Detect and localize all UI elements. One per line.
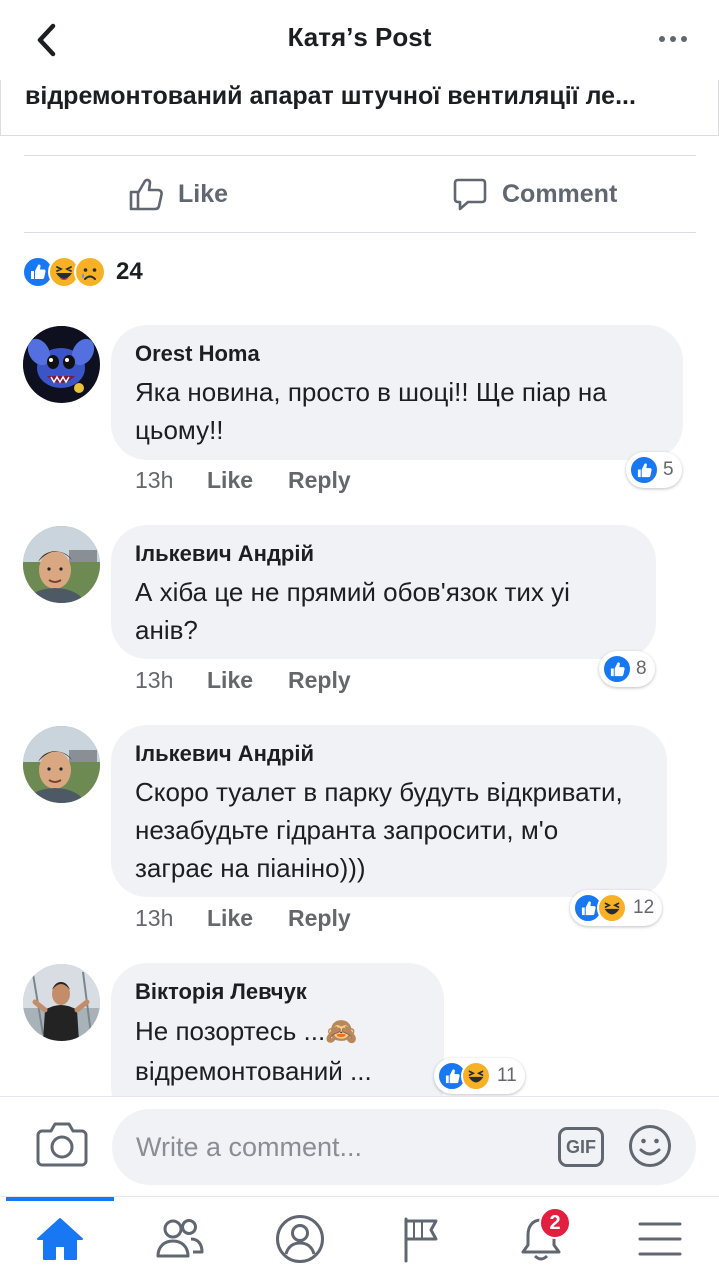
active-tab-indicator bbox=[6, 1197, 114, 1201]
camera-icon bbox=[36, 1122, 88, 1167]
post-actions: Like Comment bbox=[24, 155, 696, 233]
like-reaction-icon bbox=[629, 455, 659, 485]
comment-author[interactable]: Ількевич Андрій bbox=[135, 741, 643, 767]
comment-text: Яка новина, просто в шоці!! Ще піар на ц… bbox=[135, 377, 607, 445]
reactions-summary[interactable]: 24 bbox=[22, 254, 143, 290]
thumbs-up-icon bbox=[129, 178, 163, 211]
nav-friends[interactable] bbox=[150, 1211, 210, 1267]
friends-icon bbox=[156, 1219, 204, 1258]
more-horizontal-icon bbox=[659, 36, 665, 42]
post-preview[interactable]: відремонтований апарат штучної вентиляці… bbox=[0, 80, 719, 136]
comment-like-link[interactable]: Like bbox=[207, 467, 288, 494]
like-reaction-icon bbox=[602, 654, 632, 684]
sad-reaction-icon bbox=[74, 256, 106, 288]
comment-author[interactable]: Вікторія Левчук bbox=[135, 979, 420, 1005]
notification-badge: 2 bbox=[539, 1207, 571, 1239]
top-bar: Катя’s Post bbox=[0, 0, 719, 80]
comment-bubble[interactable]: Ількевич Андрій А хіба це не прямий обов… bbox=[111, 525, 656, 659]
comment-reactions[interactable]: 5 bbox=[626, 452, 682, 488]
comment-bubble[interactable]: Ількевич Андрій Скоро туалет в парку буд… bbox=[111, 725, 667, 897]
comment-input[interactable] bbox=[112, 1109, 696, 1185]
haha-reaction-icon bbox=[461, 1061, 491, 1091]
emoji-button[interactable] bbox=[628, 1124, 672, 1168]
reactions-count: 24 bbox=[116, 258, 143, 285]
nav-home[interactable] bbox=[30, 1211, 90, 1267]
haha-reaction-icon bbox=[597, 893, 627, 923]
comment-reaction-count: 5 bbox=[663, 459, 674, 480]
nav-notifications[interactable]: 2 bbox=[511, 1207, 571, 1267]
comment-like-link[interactable]: Like bbox=[207, 667, 288, 694]
avatar[interactable] bbox=[23, 964, 100, 1041]
smiley-icon bbox=[629, 1125, 671, 1167]
comment-bubble[interactable]: Вікторія Левчук Не позортесь ...🙈 відрем… bbox=[111, 963, 444, 1096]
comment-reaction-count: 12 bbox=[633, 897, 655, 918]
menu-icon bbox=[638, 1222, 682, 1256]
back-button[interactable] bbox=[26, 20, 66, 60]
post-text: відремонтований апарат штучної вентиляці… bbox=[25, 82, 636, 110]
more-options-button[interactable] bbox=[651, 22, 695, 56]
page-title: Катя’s Post bbox=[287, 22, 432, 52]
comment-item: Вікторія Левчук Не позортесь ...🙈 відрем… bbox=[0, 963, 719, 1096]
pages-flag-icon bbox=[404, 1217, 438, 1263]
comment-reactions[interactable]: 12 bbox=[570, 890, 663, 926]
comment-reply-link[interactable]: Reply bbox=[288, 467, 351, 494]
comment-bubble[interactable]: Orest Homa Яка новина, просто в шоці!! Щ… bbox=[111, 325, 683, 460]
avatar[interactable] bbox=[23, 526, 100, 603]
comment-text: А хіба це не прямий обов'язок тих уі ані… bbox=[135, 577, 570, 645]
comment-bubble-icon bbox=[453, 178, 487, 211]
nav-menu[interactable] bbox=[630, 1211, 690, 1267]
avatar[interactable] bbox=[23, 726, 100, 803]
comment-text: Скоро туалет в парку будуть відкривати, … bbox=[135, 777, 623, 883]
profile-icon bbox=[276, 1215, 324, 1263]
comment-author[interactable]: Orest Homa bbox=[135, 341, 659, 367]
nav-pages[interactable] bbox=[391, 1211, 451, 1267]
like-label: Like bbox=[178, 179, 229, 208]
comment-author[interactable]: Ількевич Андрій bbox=[135, 541, 632, 567]
comment-reactions[interactable]: 8 bbox=[599, 651, 655, 687]
comment-reaction-count: 8 bbox=[636, 658, 647, 679]
avatar[interactable] bbox=[23, 326, 100, 403]
comment-text: Не позортесь ...🙈 відремонтований ... bbox=[135, 1016, 372, 1086]
comment-time: 13h bbox=[135, 905, 174, 931]
chevron-left-icon bbox=[37, 23, 56, 57]
camera-button[interactable] bbox=[36, 1121, 88, 1167]
nav-profile[interactable] bbox=[270, 1211, 330, 1267]
comment-like-link[interactable]: Like bbox=[207, 905, 288, 932]
comment-meta: 13h Like Reply bbox=[135, 667, 351, 694]
comment-meta: 13h Like Reply bbox=[135, 905, 351, 932]
comment-composer: GIF bbox=[0, 1096, 719, 1196]
comment-reply-link[interactable]: Reply bbox=[288, 905, 351, 932]
bottom-nav: 2 bbox=[0, 1196, 719, 1280]
comment-time: 13h bbox=[135, 667, 174, 693]
comment-button[interactable]: Comment bbox=[452, 156, 617, 232]
comment-label: Comment bbox=[502, 179, 618, 208]
comment-reaction-count: 11 bbox=[497, 1065, 517, 1086]
gif-button[interactable]: GIF bbox=[558, 1127, 604, 1167]
comment-meta: 13h Like Reply bbox=[135, 467, 351, 494]
comment-time: 13h bbox=[135, 467, 174, 493]
like-button[interactable]: Like bbox=[128, 156, 228, 232]
comment-reactions[interactable]: 11 bbox=[434, 1058, 525, 1094]
home-icon bbox=[37, 1218, 83, 1260]
comment-reply-link[interactable]: Reply bbox=[288, 667, 351, 694]
